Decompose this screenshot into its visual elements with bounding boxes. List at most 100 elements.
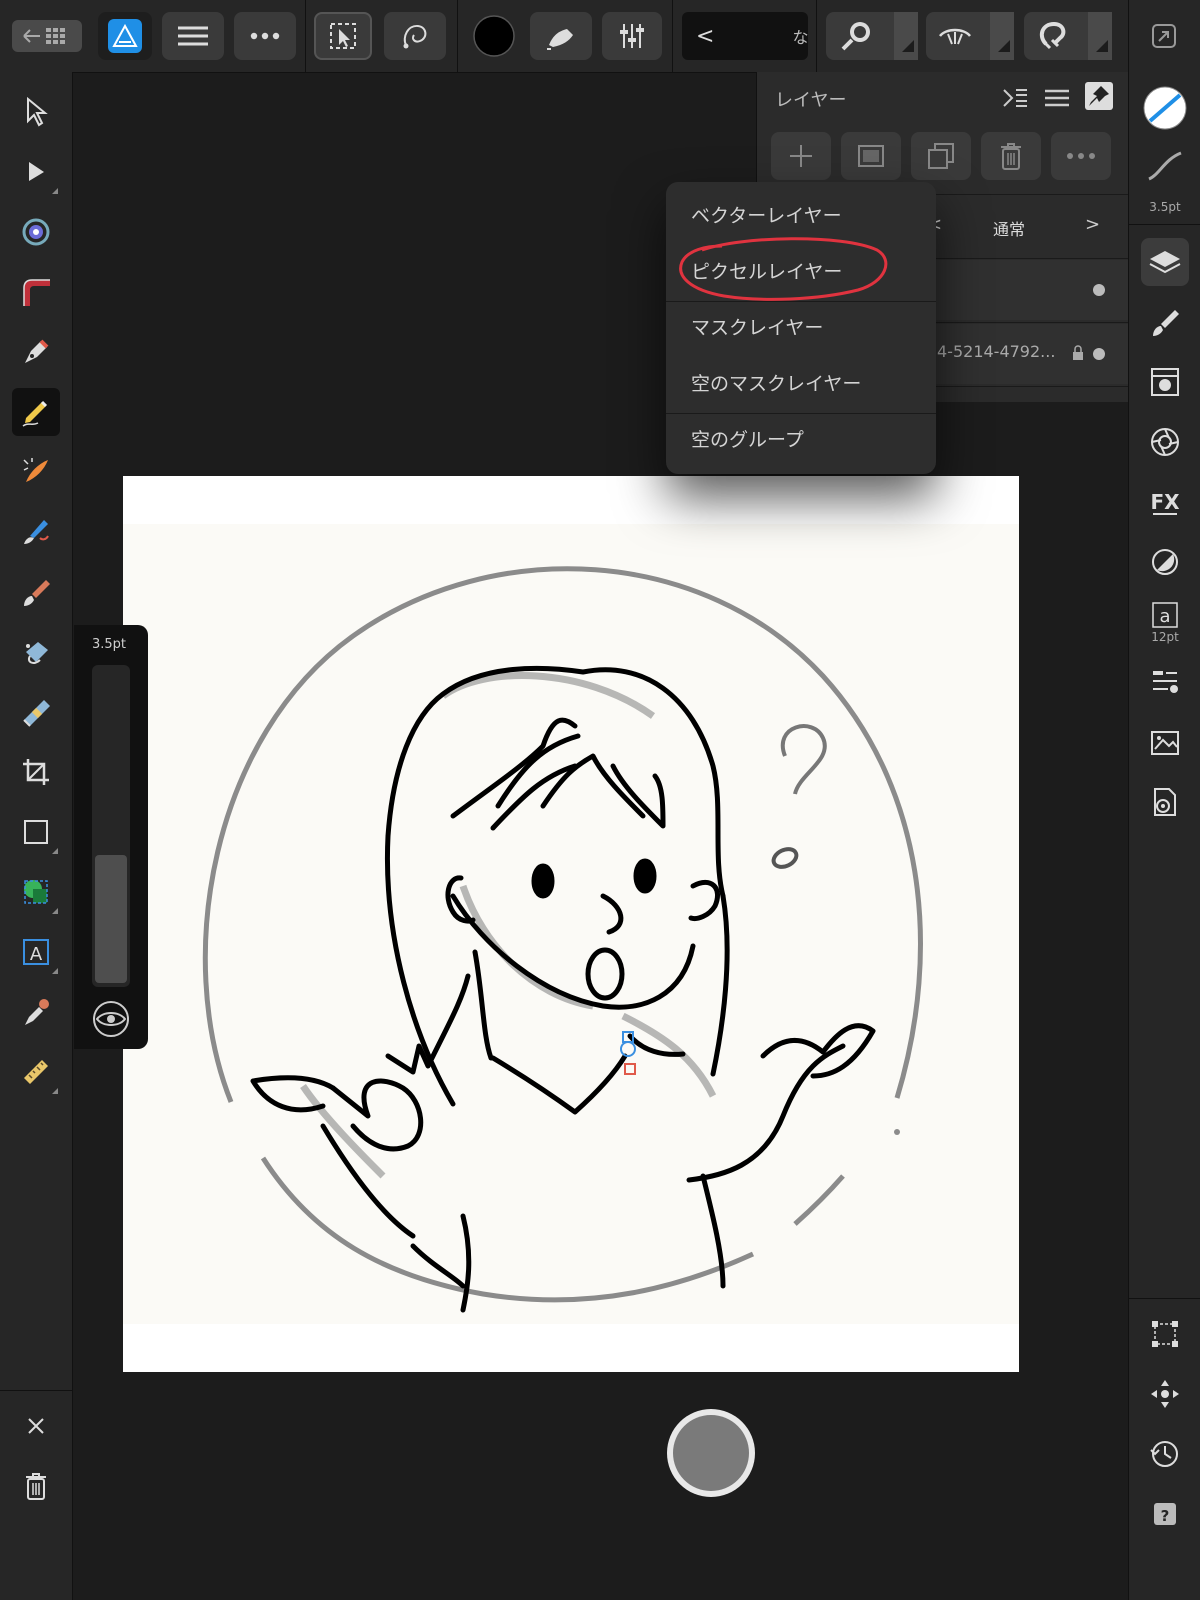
zoom-button[interactable] <box>826 12 918 60</box>
studio-document-settings[interactable] <box>1141 778 1189 826</box>
collapse-panel-button[interactable] <box>1001 84 1031 114</box>
right-toolbar: 3.5pt FX a 12pt ? <box>1128 72 1200 1600</box>
more-icon <box>1067 153 1095 159</box>
pin-icon <box>1089 86 1109 106</box>
stroke-curve-icon <box>1148 151 1182 181</box>
slider-track[interactable] <box>92 665 130 987</box>
select-rect-icon <box>330 23 356 49</box>
tool-move[interactable] <box>12 88 60 136</box>
lasso-icon <box>403 24 427 49</box>
selection-button[interactable] <box>314 12 372 60</box>
color-swatch <box>473 15 515 57</box>
dropdown-corner-icon <box>990 12 1014 60</box>
brush-picker-icon <box>547 29 573 50</box>
tool-pixel-brush[interactable] <box>12 568 60 616</box>
tool-crop[interactable] <box>12 748 60 796</box>
snapping-icon <box>1039 21 1066 50</box>
tool-shape[interactable] <box>12 868 60 916</box>
tool-transparency[interactable] <box>12 688 60 736</box>
color-button[interactable] <box>470 12 518 60</box>
panel-title: レイヤー <box>775 90 847 111</box>
panel-menu-button[interactable] <box>1043 84 1073 114</box>
layer-more-button[interactable] <box>1051 132 1111 180</box>
close-icon <box>28 1418 44 1434</box>
properties-icon <box>1153 671 1178 693</box>
drawing[interactable] <box>123 476 1019 1372</box>
tool-vector-brush[interactable] <box>12 448 60 496</box>
tool-fill[interactable] <box>12 508 60 556</box>
stroke-size-label: 3.5pt <box>1149 200 1181 214</box>
brush-size-label: 3.5pt <box>92 637 127 652</box>
tool-erase[interactable] <box>12 628 60 676</box>
lock-icon[interactable] <box>1071 344 1085 362</box>
transform-button[interactable] <box>1141 1310 1189 1358</box>
brush-picker-button[interactable] <box>530 12 592 60</box>
delete-button[interactable] <box>12 1462 60 1510</box>
app-logo-icon <box>108 19 142 53</box>
tool-point-transform[interactable] <box>12 208 60 256</box>
left-toolbar: A <box>0 72 73 1600</box>
studio-effects[interactable] <box>1141 418 1189 466</box>
blend-next-icon[interactable]: > <box>1085 214 1100 235</box>
back-grid-button[interactable] <box>12 20 82 52</box>
tool-color-picker[interactable] <box>12 988 60 1036</box>
settings-icon <box>1154 788 1176 816</box>
move-nudge-button[interactable] <box>1141 1370 1189 1418</box>
tool-rectangle[interactable] <box>12 808 60 856</box>
context-navigation[interactable]: < な <box>682 12 808 60</box>
brush-size-slider[interactable]: 3.5pt <box>74 625 148 1049</box>
delete-layer-button[interactable] <box>981 132 1041 180</box>
expand-button[interactable] <box>1146 12 1182 60</box>
view-mode-button[interactable] <box>926 12 1014 60</box>
studio-brushes[interactable] <box>1141 298 1189 346</box>
ruler-icon <box>24 1060 48 1084</box>
pencil-tool-icon <box>22 400 48 427</box>
studio-adjustments[interactable] <box>1141 358 1189 406</box>
pressure-eye-icon <box>93 1001 129 1037</box>
tool-pencil[interactable] <box>12 388 60 436</box>
app-persona-button[interactable] <box>98 12 152 60</box>
lasso-button[interactable] <box>384 12 446 60</box>
studio-navigator[interactable] <box>1141 658 1189 706</box>
add-layer-menu: ベクターレイヤー ピクセルレイヤー マスクレイヤー 空のマスクレイヤー 空のグル… <box>666 182 936 474</box>
studio-stock[interactable] <box>1141 718 1189 766</box>
quick-action-button[interactable] <box>664 1406 758 1500</box>
adjust-button[interactable] <box>602 12 662 60</box>
pin-panel-button[interactable] <box>1085 82 1113 110</box>
menu-item-empty-group[interactable]: 空のグループ <box>666 412 936 468</box>
tool-measure[interactable] <box>12 1048 60 1096</box>
document-menu-button[interactable] <box>162 12 224 60</box>
move-tool-icon <box>27 97 48 127</box>
close-button[interactable] <box>12 1402 60 1450</box>
add-layer-button[interactable] <box>771 132 831 180</box>
brush-icon <box>1153 310 1179 336</box>
trash-icon <box>26 1473 46 1500</box>
shape-builder-icon <box>24 880 48 904</box>
menu-item-empty-mask-layer[interactable]: 空のマスクレイヤー <box>666 356 936 412</box>
studio-layers[interactable] <box>1141 238 1189 286</box>
menu-item-label: ベクターレイヤー <box>691 205 842 227</box>
snapping-button[interactable] <box>1024 12 1112 60</box>
visibility-dot[interactable] <box>1093 348 1105 360</box>
tool-pen[interactable] <box>12 328 60 376</box>
list-icon <box>1045 89 1069 107</box>
pressure-toggle[interactable] <box>89 997 133 1041</box>
studio-fx[interactable]: FX <box>1141 478 1189 526</box>
duplicate-layer-button[interactable] <box>911 132 971 180</box>
blend-mode-selector[interactable]: < 通常 > <box>927 204 1117 250</box>
stroke-fill-button[interactable] <box>1141 84 1189 132</box>
help-button[interactable]: ? <box>1141 1490 1189 1538</box>
studio-text-styles[interactable]: a 12pt <box>1141 594 1189 650</box>
stroke-width-button[interactable] <box>1141 146 1189 186</box>
tool-node[interactable] <box>12 148 60 196</box>
mask-icon <box>858 145 884 167</box>
nav-prev-icon[interactable]: < <box>696 24 714 49</box>
tool-corner[interactable] <box>12 268 60 316</box>
history-button[interactable] <box>1141 1430 1189 1478</box>
studio-styles[interactable] <box>1141 538 1189 586</box>
more-button[interactable] <box>234 12 296 60</box>
add-mask-button[interactable] <box>841 132 901 180</box>
move-arrows-icon <box>1151 1380 1179 1408</box>
visibility-dot[interactable] <box>1093 284 1105 296</box>
tool-text[interactable]: A <box>12 928 60 976</box>
